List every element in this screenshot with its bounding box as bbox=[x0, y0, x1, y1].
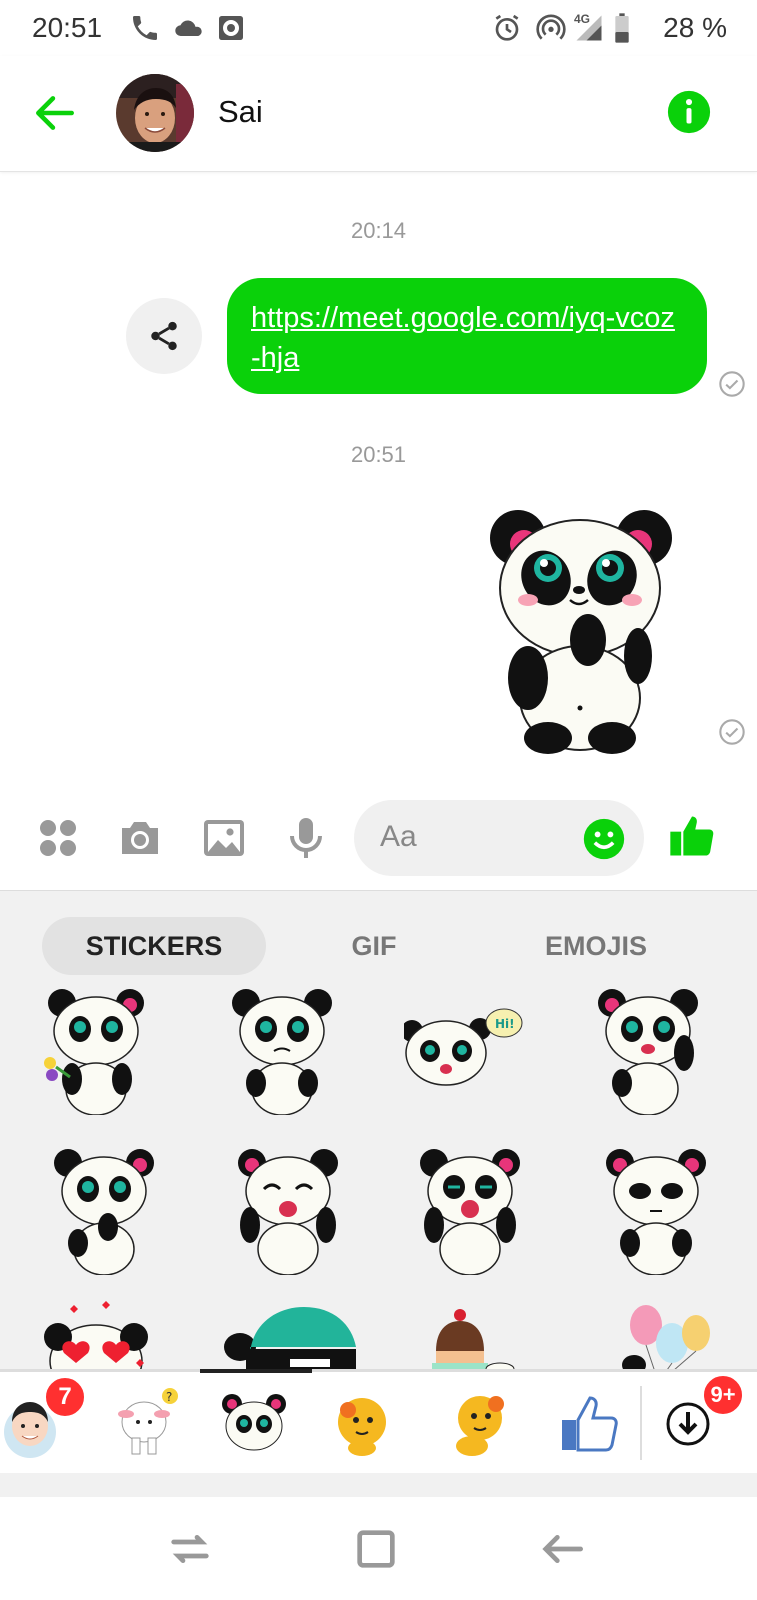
message-input-placeholder: Aa bbox=[380, 820, 417, 853]
tray-divider bbox=[640, 1386, 642, 1460]
info-icon[interactable] bbox=[666, 89, 712, 135]
tab-emojis[interactable]: EMOJIS bbox=[484, 917, 708, 975]
tab-stickers[interactable]: STICKERS bbox=[42, 917, 266, 975]
seen-check-icon bbox=[719, 371, 745, 397]
apps-icon[interactable] bbox=[34, 814, 82, 862]
svg-text:?: ? bbox=[166, 1390, 172, 1404]
sticker-grid-item[interactable] bbox=[596, 1147, 716, 1275]
system-nav-bar bbox=[0, 1497, 757, 1600]
sync-icon bbox=[219, 16, 243, 40]
svg-text:Hi!: Hi! bbox=[495, 1017, 515, 1031]
phone-icon bbox=[133, 16, 157, 40]
sticker-grid-item[interactable] bbox=[44, 1147, 164, 1275]
alarm-icon bbox=[495, 14, 519, 41]
hotspot-icon bbox=[536, 14, 566, 40]
tab-gif[interactable]: GIF bbox=[262, 917, 486, 975]
contact-name[interactable]: Sai bbox=[218, 94, 263, 130]
pack-yellow-dog[interactable] bbox=[438, 1382, 518, 1462]
system-back-icon[interactable] bbox=[534, 1521, 590, 1577]
camera-icon[interactable] bbox=[116, 814, 164, 862]
conversation-header: Sai bbox=[0, 56, 757, 172]
pack-badge: 7 bbox=[44, 1376, 86, 1418]
pack-panda[interactable] bbox=[214, 1382, 294, 1462]
sticker-grid-item[interactable] bbox=[410, 1147, 530, 1275]
battery-icon bbox=[615, 13, 629, 43]
status-bar: 20:51 4G 28 % bbox=[0, 0, 757, 56]
contact-avatar[interactable] bbox=[116, 74, 194, 152]
message-input[interactable]: Aa bbox=[354, 800, 644, 876]
link-message-bubble[interactable]: https://meet.google.com/iyq-vcoz-hja bbox=[227, 278, 707, 394]
store-badge: 9+ bbox=[702, 1374, 744, 1416]
mic-icon[interactable] bbox=[282, 814, 330, 862]
pack-yellow-chick[interactable] bbox=[322, 1382, 402, 1462]
like-icon[interactable] bbox=[666, 810, 718, 862]
message-composer: Aa bbox=[0, 792, 757, 888]
recents-icon[interactable] bbox=[162, 1521, 218, 1577]
sticker-pack-tray: 7 ? 9+ bbox=[0, 1369, 757, 1473]
sticker-grid-item[interactable] bbox=[228, 1147, 348, 1275]
gallery-icon[interactable] bbox=[200, 814, 248, 862]
sticker-panel: STICKERS GIF EMOJIS Hi! 7 ? 9+ bbox=[0, 890, 757, 1497]
cloud-icon bbox=[175, 20, 202, 37]
battery-percent: 28 % bbox=[663, 12, 727, 43]
sticker-store-button[interactable]: 9+ bbox=[654, 1374, 744, 1462]
pack-goat[interactable]: ? bbox=[108, 1382, 188, 1462]
sticker-grid-item[interactable] bbox=[588, 987, 708, 1115]
sticker-grid-item[interactable] bbox=[222, 987, 342, 1115]
share-button[interactable] bbox=[126, 298, 202, 374]
seen-check-icon bbox=[719, 719, 745, 745]
sticker-grid-item[interactable] bbox=[36, 987, 156, 1115]
signal-icon bbox=[576, 15, 602, 41]
emoji-icon[interactable] bbox=[582, 817, 626, 861]
share-icon bbox=[151, 321, 177, 351]
back-arrow-icon[interactable] bbox=[30, 88, 80, 138]
status-time: 20:51 bbox=[32, 12, 103, 43]
panda-sticker-message[interactable] bbox=[488, 508, 674, 756]
active-pack-indicator bbox=[200, 1369, 312, 1373]
message-timestamp: 20:51 bbox=[350, 442, 407, 467]
message-timestamp: 20:14 bbox=[350, 218, 407, 243]
sticker-grid-item[interactable]: Hi! bbox=[404, 987, 524, 1115]
avatar-photo bbox=[116, 74, 194, 152]
pack-avatar[interactable]: 7 bbox=[0, 1376, 86, 1462]
home-icon[interactable] bbox=[348, 1521, 404, 1577]
pack-thumbs-up[interactable] bbox=[552, 1382, 632, 1462]
